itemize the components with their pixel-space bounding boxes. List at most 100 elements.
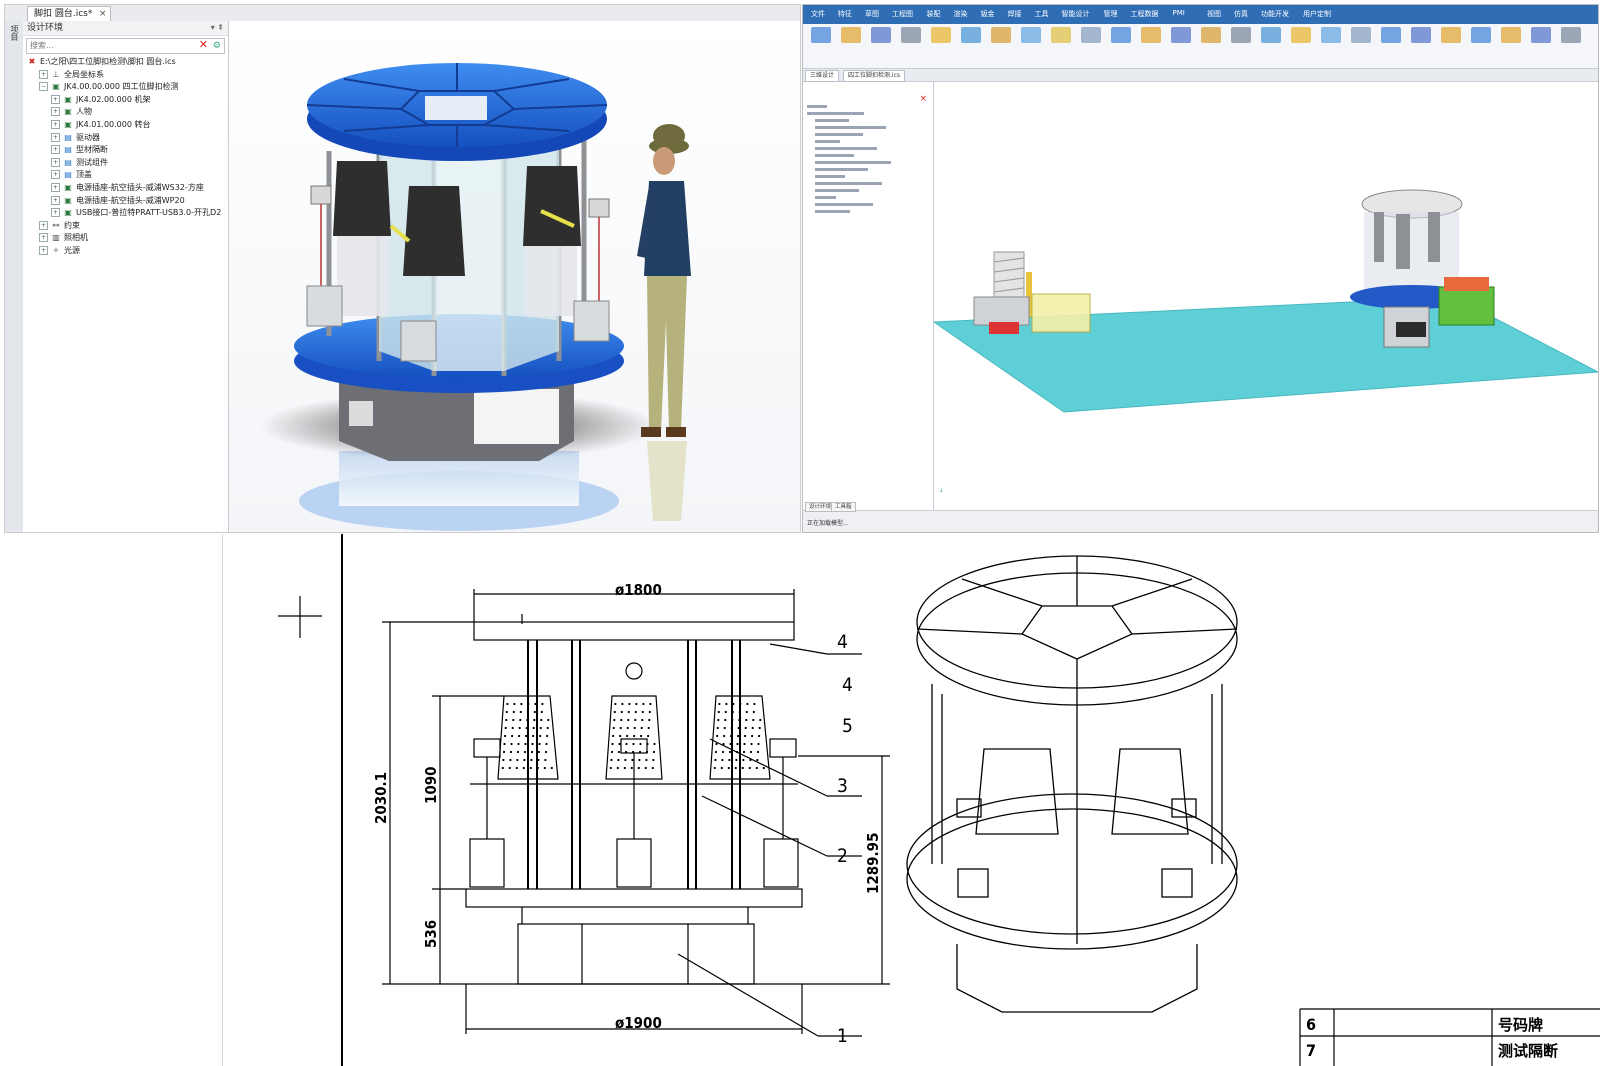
- tree-node[interactable]: + ▣ JK4.02.00.000 机架: [23, 94, 228, 107]
- expand-icon[interactable]: +: [51, 132, 60, 142]
- ribbon-tab[interactable]: 焊接: [1008, 9, 1022, 19]
- ribbon-tab[interactable]: 工程图: [892, 9, 913, 19]
- expand-icon[interactable]: +: [51, 170, 60, 180]
- tree-node[interactable]: + ⊥ 全局坐标系: [23, 69, 228, 82]
- tree-node-placeholder[interactable]: [803, 160, 933, 167]
- tree-node[interactable]: + ▣ 电源插座-航空插头-威浦WS32-方座: [23, 182, 228, 195]
- ribbon-tool-icon[interactable]: [811, 27, 831, 43]
- search-options-icon[interactable]: ⚙: [213, 39, 221, 53]
- 3d-viewport-2[interactable]: ┘: [932, 82, 1598, 510]
- ribbon-tab[interactable]: 工具: [1035, 9, 1049, 19]
- tree-node[interactable]: + ▤ 驱动器: [23, 132, 228, 145]
- tree-node-placeholder[interactable]: [803, 209, 933, 216]
- ribbon-tool-icon[interactable]: [1201, 27, 1221, 43]
- ribbon-tab[interactable]: 管理: [1104, 9, 1118, 19]
- ribbon-tool-icon[interactable]: [931, 27, 951, 43]
- ribbon-tool-icon[interactable]: [1531, 27, 1551, 43]
- expand-icon[interactable]: +: [39, 245, 48, 255]
- tree-node-placeholder[interactable]: [803, 202, 933, 209]
- tree-node[interactable]: + ▣ USB接口-普拉特PRATT-USB3.0-开孔D2: [23, 207, 228, 220]
- ribbon-tool-icon[interactable]: [1111, 27, 1131, 43]
- tree-node-placeholder[interactable]: [803, 188, 933, 195]
- ribbon-tool-icon[interactable]: [1051, 27, 1071, 43]
- tree-node-placeholder[interactable]: [803, 104, 933, 111]
- tree-node-placeholder[interactable]: [803, 174, 933, 181]
- expand-icon[interactable]: +: [39, 69, 48, 79]
- tree-node-placeholder[interactable]: [803, 167, 933, 174]
- ribbon-tool-icon[interactable]: [1561, 27, 1581, 43]
- ribbon-tool-icon[interactable]: [1501, 27, 1521, 43]
- tree-node[interactable]: + ▤ 型材隔断: [23, 144, 228, 157]
- ribbon-tool-icon[interactable]: [991, 27, 1011, 43]
- tree-node-placeholder[interactable]: [803, 139, 933, 146]
- ribbon-tool-icon[interactable]: [1471, 27, 1491, 43]
- tree-node[interactable]: + ▣ 人物: [23, 106, 228, 119]
- ribbon-tool-icon[interactable]: [1381, 27, 1401, 43]
- ribbon-tab[interactable]: 草图: [865, 9, 879, 19]
- tree-node[interactable]: + ▤ 顶盖: [23, 169, 228, 182]
- ribbon-tab[interactable]: 用户定制: [1303, 9, 1331, 19]
- tree-node[interactable]: + ▤ 测试组件: [23, 157, 228, 170]
- expand-icon[interactable]: +: [51, 94, 60, 104]
- clear-search-icon[interactable]: ✕: [199, 38, 208, 52]
- ribbon-tab[interactable]: 特征: [838, 9, 852, 19]
- ribbon-tool-icon[interactable]: [901, 27, 921, 43]
- ribbon-tab[interactable]: 文件: [811, 9, 825, 19]
- ribbon-tool-icon[interactable]: [1021, 27, 1041, 43]
- ribbon-tool-icon[interactable]: [1141, 27, 1161, 43]
- tree-node[interactable]: + ▣ 电源插座-航空插头-威浦WP20: [23, 195, 228, 208]
- tree-node-placeholder[interactable]: [803, 111, 933, 118]
- side-tab-project[interactable]: 项目: [9, 25, 20, 41]
- ribbon-tab[interactable]: 工程数据: [1131, 9, 1159, 19]
- tree-node-placeholder[interactable]: [803, 125, 933, 132]
- 3d-viewport[interactable]: [229, 21, 800, 532]
- ribbon-tab[interactable]: 功能开发: [1261, 9, 1289, 19]
- ribbon-tool-icon[interactable]: [1441, 27, 1461, 43]
- expand-icon[interactable]: +: [51, 145, 60, 155]
- ribbon-tab[interactable]: 装配: [927, 9, 941, 19]
- ribbon-tool-icon[interactable]: [1321, 27, 1341, 43]
- expand-icon[interactable]: +: [51, 195, 60, 205]
- tree-node-placeholder[interactable]: [803, 118, 933, 125]
- ribbon-tool-icon[interactable]: [1081, 27, 1101, 43]
- doc-tab-active[interactable]: 四工位脚扣检测.ics: [843, 70, 905, 82]
- close-icon[interactable]: ×: [99, 7, 107, 21]
- ribbon-tab[interactable]: 渲染: [954, 9, 968, 19]
- tree-node[interactable]: − ▣ JK4.00.00.000 四工位脚扣检测: [23, 81, 228, 94]
- ribbon-tool-icon[interactable]: [841, 27, 861, 43]
- ribbon-tab[interactable]: 视图: [1207, 9, 1221, 19]
- ribbon-tool-icon[interactable]: [1411, 27, 1431, 43]
- bottom-tab-toolbox[interactable]: 工具箱: [831, 502, 856, 512]
- ribbon-tool-icon[interactable]: [1261, 27, 1281, 43]
- ribbon-tool-icon[interactable]: [1171, 27, 1191, 43]
- expand-icon[interactable]: +: [51, 157, 60, 167]
- expand-icon[interactable]: +: [51, 119, 60, 129]
- tree-node-placeholder[interactable]: [803, 181, 933, 188]
- expand-icon[interactable]: +: [51, 107, 60, 117]
- expand-icon[interactable]: +: [51, 208, 60, 218]
- ribbon-tool-icon[interactable]: [961, 27, 981, 43]
- pin-icon[interactable]: ▾ ⇞: [211, 21, 224, 35]
- ribbon-tab[interactable]: 仿真: [1234, 9, 1248, 19]
- tree-node[interactable]: + ▥ 照相机: [23, 232, 228, 245]
- ribbon-tool-icon[interactable]: [871, 27, 891, 43]
- tree-node-placeholder[interactable]: [803, 153, 933, 160]
- expand-icon[interactable]: +: [51, 182, 60, 192]
- tree-node[interactable]: ✖ E:\之阳\四工位脚扣检测\脚扣 圆台.ics: [23, 56, 228, 69]
- ribbon-tool-icon[interactable]: [1231, 27, 1251, 43]
- collapse-icon[interactable]: −: [39, 82, 48, 92]
- tree-node-placeholder[interactable]: [803, 132, 933, 139]
- ribbon-tab[interactable]: 智能设计: [1062, 9, 1090, 19]
- tree-node[interactable]: + ⚯ 约束: [23, 220, 228, 233]
- close-icon[interactable]: ×: [919, 94, 927, 104]
- ribbon-tool-icon[interactable]: [1291, 27, 1311, 43]
- tree-search-input[interactable]: 搜索... ✕ ⚙: [26, 38, 225, 54]
- ribbon-tab[interactable]: 钣金: [981, 9, 995, 19]
- ribbon-tool-icon[interactable]: [1351, 27, 1371, 43]
- expand-icon[interactable]: +: [39, 220, 48, 230]
- expand-icon[interactable]: +: [39, 233, 48, 243]
- ribbon-tab[interactable]: PMI: [1173, 9, 1185, 17]
- tree-node-placeholder[interactable]: [803, 146, 933, 153]
- document-tab[interactable]: 脚扣 圆台.ics* ×: [27, 6, 112, 21]
- tree-node[interactable]: + ✧ 光源: [23, 245, 228, 258]
